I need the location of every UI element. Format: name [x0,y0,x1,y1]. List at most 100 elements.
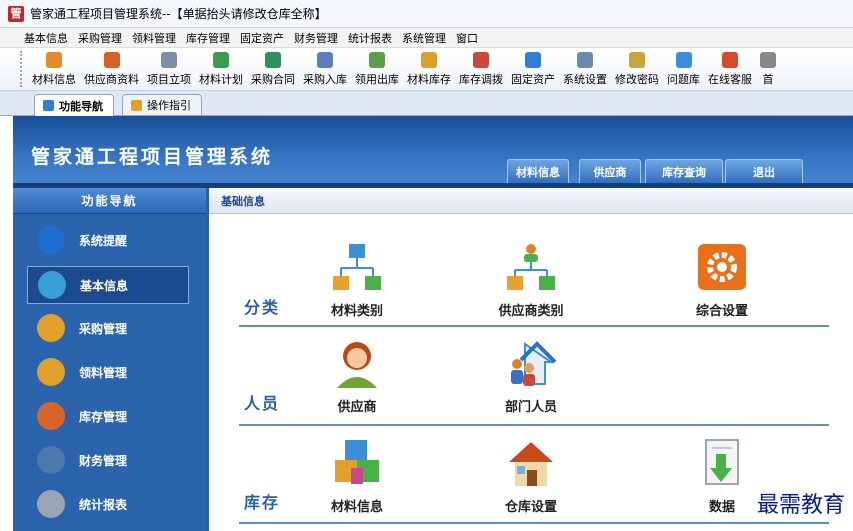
menu-item[interactable]: 窗口 [451,30,483,46]
toolbar-icon [473,52,489,68]
hierarchy-icon [333,244,381,290]
toolbar-button[interactable]: 供应商资料 [80,52,143,87]
toolbar-icon [629,52,645,68]
supplier-category-item[interactable]: 供应商类别 [471,242,591,319]
toolbar-button[interactable]: 项目立项 [143,52,195,87]
item-label: 部门人员 [504,400,557,415]
toolbar-label: 供应商资料 [84,73,139,86]
toolbar-icon [421,52,437,68]
supplier-item[interactable]: 供应商 [297,338,417,415]
toolbar-label: 系统设置 [563,73,607,86]
menu-item[interactable]: 系统管理 [397,30,451,46]
department-staff-item[interactable]: 部门人员 [471,338,591,415]
menu-item[interactable]: 财务管理 [289,30,343,46]
toolbar-label: 在线客服 [708,73,752,86]
warehouse-settings-item[interactable]: 仓库设置 [471,438,591,515]
toolbar-button[interactable]: 在线客服 [704,52,756,87]
navigation-icon [43,100,54,111]
toolbar-button[interactable]: 系统设置 [559,52,611,87]
item-label: 仓库设置 [504,500,557,515]
sidebar-item-icon [37,358,65,386]
sidebar-item[interactable]: 采购管理 [27,310,187,346]
title-bar: 管 管家通工程项目管理系统--【单据抬头请修改仓库全称】 [0,0,853,28]
window-title: 管家通工程项目管理系统--【单据抬头请修改仓库全称】 [30,7,327,21]
sidebar-item[interactable]: 领料管理 [27,354,187,390]
document-tabstrip: 功能导航 操作指引 [0,91,853,116]
sidebar-item-label: 领料管理 [79,365,128,380]
item-label: 综合设置 [695,304,748,319]
guide-icon [131,99,142,111]
toolbar-button[interactable]: 采购合同 [247,52,299,87]
item-label: 供应商类别 [498,304,564,319]
section-label-personnel: 人员 [244,394,281,413]
tab-operation-guide[interactable]: 操作指引 [122,94,202,115]
header-tab-supplier[interactable]: 供应商 [579,159,641,184]
section-label-category: 分类 [244,298,281,317]
toolbar-button[interactable]: 固定资产 [507,52,559,87]
sidebar-item-label: 统计报表 [79,497,128,512]
toolbar-label: 材料计划 [199,73,243,86]
menu-item[interactable]: 采购管理 [73,30,127,46]
cubes-icon [335,440,379,484]
toolbar: 材料信息 供应商资料 项目立项 材料计划 采购合同 采购入库 领用出库 材料库存 库存调拨 固定资… [0,48,853,91]
main-panel: 基础信息 分类 材料类别 供应商类别 综合设置 人员 供应商 部门人员 库存 材… [209,188,853,531]
toolbar-button[interactable]: 材料信息 [28,52,80,87]
house-people-icon [511,341,557,386]
material-info-item[interactable]: 材料信息 [297,438,417,515]
app-content: 管家通工程项目管理系统 材料信息 供应商 库存查询 退出 功能导航 系统提醒基本… [13,116,853,531]
sidebar-item[interactable]: 系统提醒 [27,222,187,258]
menu-item[interactable]: 领料管理 [127,30,181,46]
toolbar-label: 采购合同 [251,73,295,86]
sidebar-item-icon [37,490,65,518]
toolbar-icon [161,52,177,68]
watermark-text: 最需教育 [754,487,847,519]
material-category-item[interactable]: 材料类别 [297,242,417,319]
toolbar-label: 首 [762,73,774,86]
toolbar-label: 领用出库 [355,73,399,86]
sidebar-item-icon [37,314,65,342]
system-title: 管家通工程项目管理系统 [31,146,274,168]
header-tab-exit[interactable]: 退出 [725,159,803,184]
tab-function-navigation[interactable]: 功能导航 [34,94,114,116]
toolbar-button[interactable]: 首 [756,52,780,87]
toolbar-icon [46,52,62,68]
menu-item[interactable]: 库存管理 [181,30,235,46]
sidebar-item-icon [37,402,65,430]
person-icon [337,342,377,388]
tab-label: 操作指引 [147,99,191,112]
toolbar-button[interactable]: 领用出库 [351,52,403,87]
gear-icon [698,244,746,290]
item-label: 材料信息 [330,500,383,515]
sidebar-item-label: 系统提醒 [79,233,128,248]
header-tab-material-info[interactable]: 材料信息 [507,159,569,184]
toolbar-icon [577,52,593,68]
toolbar-button[interactable]: 问题库 [663,52,704,87]
toolbar-button[interactable]: 材料计划 [195,52,247,87]
sidebar-item[interactable]: 统计报表 [27,486,187,522]
toolbar-button[interactable]: 库存调拨 [455,52,507,87]
sidebar-item[interactable]: 基本信息 [27,266,189,304]
menu-item[interactable]: 统计报表 [343,30,397,46]
sidebar-title: 功能导航 [13,188,206,214]
toolbar-grip[interactable] [20,51,25,87]
sidebar-item[interactable]: 财务管理 [27,442,187,478]
header-tab-stock-query[interactable]: 库存查询 [645,159,723,184]
menu-item[interactable]: 基本信息 [0,30,73,46]
sidebar: 功能导航 系统提醒基本信息采购管理领料管理库存管理财务管理统计报表 [13,188,206,531]
sidebar-item-icon [37,226,65,254]
sidebar-item-label: 财务管理 [79,453,128,468]
toolbar-icon [760,52,776,68]
menu-bar: 基本信息 采购管理 领料管理 库存管理 固定资产 财务管理 统计报表 系统管理 窗口 [0,28,853,48]
toolbar-icon [213,52,229,68]
toolbar-button[interactable]: 材料库存 [403,52,455,87]
toolbar-label: 修改密码 [615,73,659,86]
general-settings-item[interactable]: 综合设置 [662,242,782,319]
toolbar-icon [317,52,333,68]
toolbar-label: 采购入库 [303,73,347,86]
house-icon [509,442,553,486]
menu-item[interactable]: 固定资产 [235,30,289,46]
toolbar-button[interactable]: 采购入库 [299,52,351,87]
tab-label: 功能导航 [59,99,103,113]
sidebar-item[interactable]: 库存管理 [27,398,187,434]
toolbar-button[interactable]: 修改密码 [611,52,663,87]
